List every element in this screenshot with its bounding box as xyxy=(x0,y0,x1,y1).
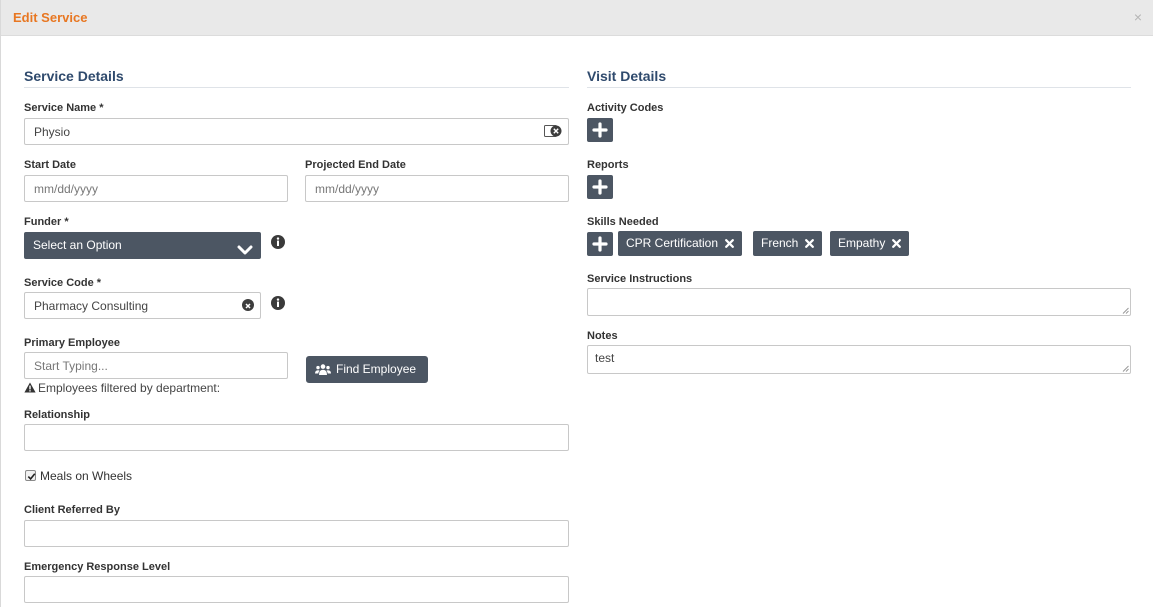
reports-label: Reports xyxy=(587,159,629,171)
service-instructions-textarea[interactable] xyxy=(587,288,1131,316)
resize-grip-icon[interactable] xyxy=(1122,307,1129,314)
add-activity-code-button[interactable] xyxy=(587,118,613,142)
checkbox-check-icon xyxy=(27,473,36,481)
relationship-input[interactable] xyxy=(24,424,569,451)
service-code-input[interactable] xyxy=(24,292,261,319)
start-date-input[interactable] xyxy=(24,175,288,202)
edit-service-modal: Edit Service × Service Details Service N… xyxy=(0,0,1153,607)
info-icon[interactable] xyxy=(271,296,285,310)
notes-textarea[interactable]: test xyxy=(587,345,1131,374)
client-referred-by-label: Client Referred By xyxy=(24,504,120,516)
find-employee-label: Find Employee xyxy=(336,362,417,376)
visit-details-heading: Visit Details xyxy=(587,68,667,84)
service-name-input[interactable] xyxy=(24,118,569,145)
start-date-label: Start Date xyxy=(24,159,76,171)
primary-employee-label: Primary Employee xyxy=(24,337,120,349)
relationship-label: Relationship xyxy=(24,409,91,421)
funder-label: Funder * xyxy=(24,216,69,228)
remove-chip-icon[interactable] xyxy=(892,239,902,248)
remove-chip-icon[interactable] xyxy=(805,239,815,248)
funder-selected-value: Select an Option xyxy=(33,238,122,252)
clear-icon[interactable] xyxy=(242,299,254,311)
resize-grip-icon[interactable] xyxy=(1122,365,1129,372)
add-skill-button[interactable] xyxy=(587,232,613,256)
skill-chip-label: Empathy xyxy=(838,236,886,250)
service-code-label: Service Code * xyxy=(24,277,102,289)
service-details-divider xyxy=(24,87,569,88)
find-employee-button[interactable]: Find Employee xyxy=(306,356,429,383)
clear-input-icon[interactable] xyxy=(544,124,562,138)
modal-title: Edit Service xyxy=(13,10,88,25)
emergency-response-level-label: Emergency Response Level xyxy=(24,561,171,573)
remove-chip-icon[interactable] xyxy=(725,239,734,248)
primary-employee-input[interactable] xyxy=(24,352,288,379)
projected-end-date-input[interactable] xyxy=(305,175,569,202)
funder-select[interactable]: Select an Option xyxy=(24,232,261,259)
meals-on-wheels-checkbox[interactable]: Meals on Wheels xyxy=(25,469,132,483)
users-icon xyxy=(315,364,331,375)
checkbox-box[interactable] xyxy=(25,470,36,481)
close-icon[interactable]: × xyxy=(1134,10,1142,24)
department-filter-note: Employees filtered by department: xyxy=(24,381,220,395)
notes-label: Notes xyxy=(587,330,618,342)
modal-header: Edit Service × xyxy=(1,0,1153,36)
skill-chip-label: French xyxy=(761,236,799,250)
visit-details-divider xyxy=(587,87,1131,88)
service-instructions-label: Service Instructions xyxy=(587,273,693,285)
activity-codes-label: Activity Codes xyxy=(587,102,664,114)
skill-chip: Empathy xyxy=(830,231,910,256)
client-referred-by-input[interactable] xyxy=(24,520,569,547)
skill-chip-label: CPR Certification xyxy=(626,236,719,250)
emergency-response-level-input[interactable] xyxy=(24,576,569,603)
department-filter-text: Employees filtered by department: xyxy=(38,381,221,395)
add-report-button[interactable] xyxy=(587,175,613,199)
chevron-down-icon xyxy=(237,239,253,255)
skill-chip: French xyxy=(753,231,823,256)
skill-chip: CPR Certification xyxy=(618,231,743,256)
info-icon[interactable] xyxy=(271,235,285,249)
service-name-label: Service Name * xyxy=(24,102,104,114)
warning-icon xyxy=(24,382,36,393)
plus-icon xyxy=(592,236,608,252)
plus-icon xyxy=(592,122,608,138)
plus-icon xyxy=(592,179,608,195)
service-details-heading: Service Details xyxy=(24,68,124,84)
skills-needed-label: Skills Needed xyxy=(587,216,659,228)
meals-on-wheels-label: Meals on Wheels xyxy=(40,469,133,483)
projected-end-date-label: Projected End Date xyxy=(305,159,406,171)
